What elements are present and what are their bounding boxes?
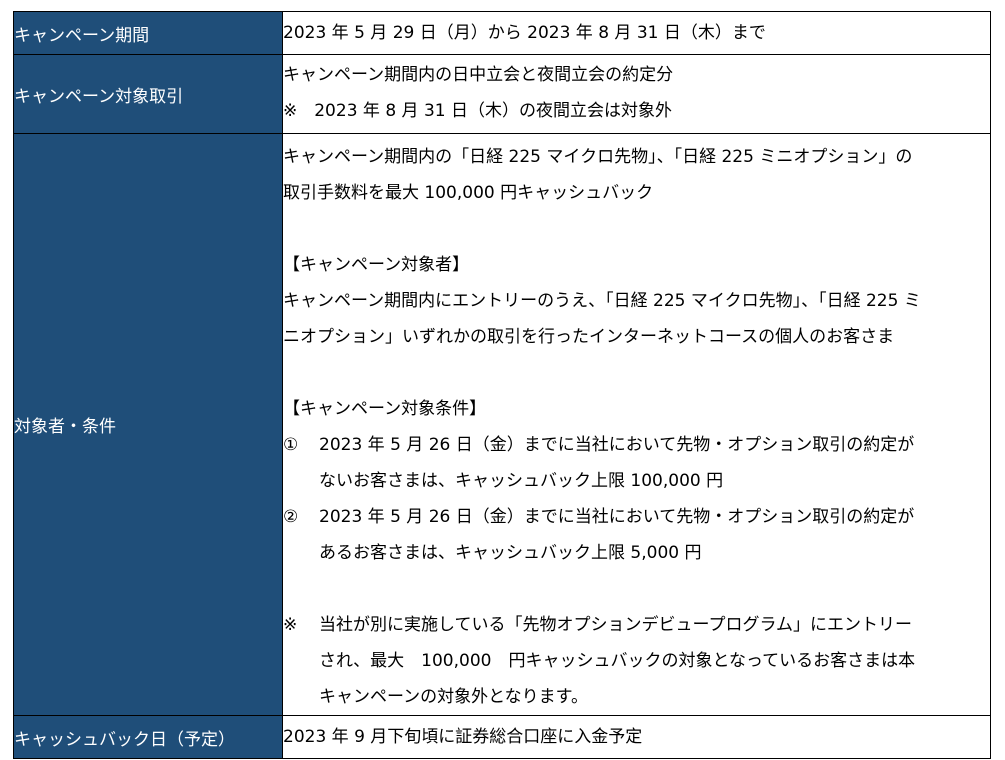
intro-line: 取引手数料を最大 100,000 円キャッシュバック <box>283 183 654 203</box>
note-text: 当社が別に実施している「先物オプションデビュープログラム」にエントリー <box>319 615 912 635</box>
target-line: ニオプション」いずれかの取引を行ったインターネットコースの個人のお客さま <box>283 327 895 347</box>
note-line: ※ 当社が別に実施している「先物オプションデビュープログラム」にエントリー <box>283 607 990 643</box>
condition-line: ① 2023 年 5 月 26 日（金）までに当社において先物・オプション取引の約… <box>283 427 990 463</box>
value-line: 2023 年 9 月下旬頃に証券総合口座に入金予定 <box>283 727 643 747</box>
condition-mark: ② <box>283 507 299 527</box>
table-row-target-trades: キャンペーン対象取引 キャンペーン期間内の日中立会と夜間立会の約定分 ※ 202… <box>13 54 991 134</box>
value-line: ※ 2023 年 8 月 31 日（木）の夜間立会は対象外 <box>283 101 672 121</box>
row-label: キャッシュバック日（予定） <box>13 715 283 759</box>
table-row-campaign-period: キャンペーン期間 2023 年 5 月 29 日（月）から 2023 年 8 月… <box>13 11 991 55</box>
conditions-heading: 【キャンペーン対象条件】 <box>283 399 487 419</box>
intro-line: キャンペーン期間内の「日経 225 マイクロ先物」、「日経 225 ミニオプショ… <box>283 147 913 167</box>
note-mark: ※ <box>283 615 298 635</box>
row-value: 2023 年 9 月下旬頃に証券総合口座に入金予定 <box>282 715 991 759</box>
row-value: キャンペーン期間内の「日経 225 マイクロ先物」、「日経 225 ミニオプショ… <box>282 133 991 716</box>
note-line: され、最大 100,000 円キャッシュバックの対象となっているお客さまは本 <box>319 651 916 671</box>
condition-line: あるお客さまは、キャッシュバック上限 5,000 円 <box>319 543 702 563</box>
table-row-cashback-date: キャッシュバック日（予定） 2023 年 9 月下旬頃に証券総合口座に入金予定 <box>13 715 991 759</box>
condition-text: 2023 年 5 月 26 日（金）までに当社において先物・オプション取引の約定… <box>319 435 915 455</box>
value-line: キャンペーン期間内の日中立会と夜間立会の約定分 <box>283 65 674 85</box>
condition-mark: ① <box>283 435 299 455</box>
note-line: キャンペーンの対象外となります。 <box>319 687 588 707</box>
condition-line: ② 2023 年 5 月 26 日（金）までに当社において先物・オプション取引の約… <box>283 499 990 535</box>
condition-text: 2023 年 5 月 26 日（金）までに当社において先物・オプション取引の約定… <box>319 507 915 527</box>
row-label: キャンペーン期間 <box>13 11 283 55</box>
row-value: キャンペーン期間内の日中立会と夜間立会の約定分 ※ 2023 年 8 月 31 … <box>282 54 991 134</box>
row-label: 対象者・条件 <box>13 133 283 716</box>
row-label: キャンペーン対象取引 <box>13 54 283 134</box>
table-row-eligibility-conditions: 対象者・条件 キャンペーン期間内の「日経 225 マイクロ先物」、「日経 225… <box>13 133 991 716</box>
target-heading: 【キャンペーン対象者】 <box>283 255 470 275</box>
target-line: キャンペーン期間内にエントリーのうえ、「日経 225 マイクロ先物」、「日経 2… <box>283 291 921 311</box>
campaign-info-table: キャンペーン期間 2023 年 5 月 29 日（月）から 2023 年 8 月… <box>13 11 991 759</box>
value-line: 2023 年 5 月 29 日（月）から 2023 年 8 月 31 日（木）ま… <box>283 23 766 43</box>
condition-line: ないお客さまは、キャッシュバック上限 100,000 円 <box>319 471 724 491</box>
row-value: 2023 年 5 月 29 日（月）から 2023 年 8 月 31 日（木）ま… <box>282 11 991 55</box>
